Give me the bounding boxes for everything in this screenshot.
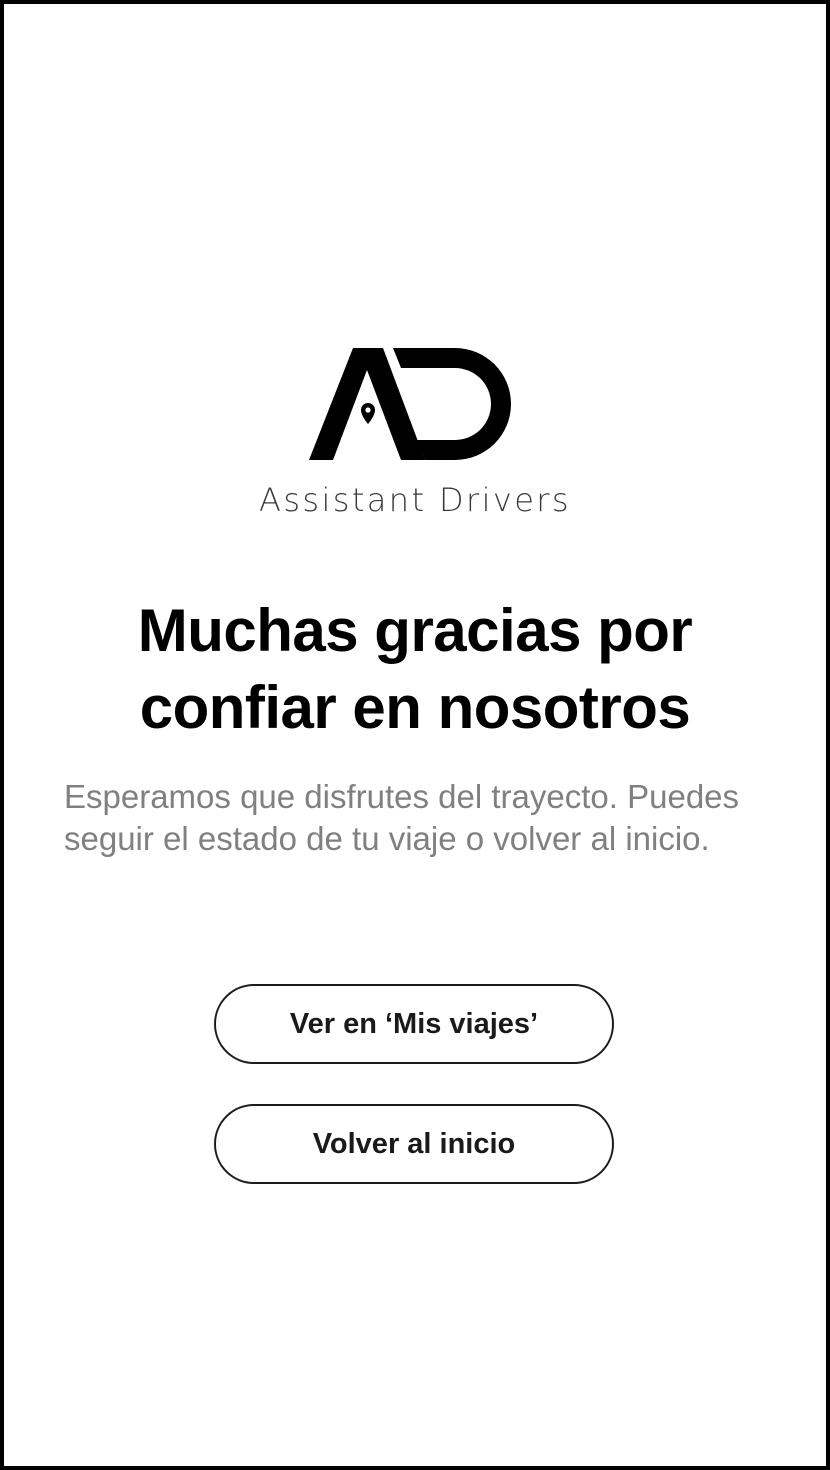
confirmation-screen: Assistant Drivers Muchas gracias por con… [0, 0, 830, 1470]
view-my-trips-button[interactable]: Ver en ‘Mis viajes’ [214, 984, 614, 1064]
brand-name: Assistant Drivers [259, 481, 571, 519]
back-to-home-button[interactable]: Volver al inicio [214, 1104, 614, 1184]
brand-logo: Assistant Drivers [4, 342, 826, 516]
confirmation-title: Muchas gracias por confiar en nosotros [137, 597, 693, 741]
confirmation-message: Esperamos que disfrutes del trayecto. Pu… [64, 778, 740, 857]
ad-logo-icon [309, 348, 511, 460]
